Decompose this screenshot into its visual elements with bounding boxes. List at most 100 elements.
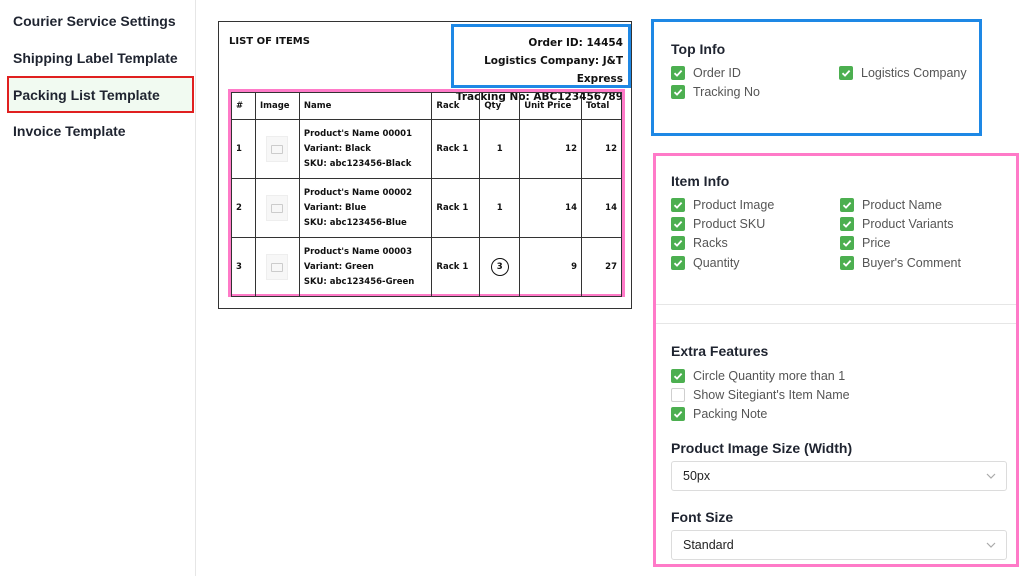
option-quantity[interactable]: Quantity (671, 254, 740, 272)
app-root: Courier Service Settings Shipping Label … (0, 0, 1024, 576)
option-order-id[interactable]: Order ID (671, 64, 741, 82)
checkbox[interactable] (671, 407, 685, 421)
option-label: Circle Quantity more than 1 (693, 369, 846, 383)
check-icon (673, 259, 683, 267)
option-racks[interactable]: Racks (671, 234, 728, 252)
sidebar-item-invoice-template[interactable]: Invoice Template (7, 115, 194, 147)
image-size-value: 50px (683, 469, 711, 483)
option-price[interactable]: Price (840, 234, 890, 252)
item-info-panel: Item Info Product Image Product Name Pro… (653, 153, 1019, 567)
option-product-image[interactable]: Product Image (671, 196, 774, 214)
image-placeholder-icon (266, 195, 289, 221)
option-buyers-comment[interactable]: Buyer's Comment (840, 254, 961, 272)
option-packing-note[interactable]: Packing Note (671, 405, 767, 423)
product-name: Product's Name 00001 (303, 128, 413, 139)
chevron-down-icon (986, 473, 996, 479)
product-variant: Variant: Green (303, 261, 374, 272)
row-number: 1 (231, 119, 256, 179)
total-cell: 12 (581, 119, 622, 179)
chevron-down-icon (986, 542, 996, 548)
preview-top-info: Order ID: 14454 Logistics Company: J&T E… (451, 24, 631, 103)
column-header: Image (254, 92, 300, 120)
checkbox[interactable] (840, 217, 854, 231)
font-size-title: Font Size (671, 509, 734, 525)
column-header: Unit Price (519, 92, 583, 120)
preview-logistics-company: Logistics Company: J&T Express (484, 55, 623, 85)
packing-list-preview: LIST OF ITEMS Order ID: 14454 Logistics … (218, 21, 632, 309)
checkbox[interactable] (840, 256, 854, 270)
product-variant: Variant: Blue (303, 202, 367, 213)
image-size-title: Product Image Size (Width) (671, 440, 853, 456)
preview-items-table: # Image Name Rack Qty Unit Price Total 1 (231, 92, 622, 297)
preview-title: LIST OF ITEMS (229, 36, 310, 47)
option-show-sitegiant-item-name[interactable]: Show Sitegiant's Item Name (671, 386, 850, 404)
image-size-select[interactable]: 50px (671, 461, 1007, 491)
table-row: 2 Product's Name 00002 Variant: Blue SKU… (231, 178, 622, 238)
checkbox[interactable] (671, 388, 685, 402)
preview-order-id: Order ID: 14454 (528, 37, 623, 49)
product-name-cell: Product's Name 00002 Variant: Blue SKU: … (298, 178, 433, 238)
option-label: Product Image (693, 198, 775, 212)
table-row: 3 Product's Name 00003 Variant: Green SK… (231, 237, 622, 297)
checkbox[interactable] (671, 66, 685, 80)
check-icon (673, 372, 683, 380)
sidebar-item-shipping-label-template[interactable]: Shipping Label Template (7, 42, 194, 74)
column-header: Total (581, 92, 622, 120)
total-cell: 27 (581, 237, 622, 297)
option-circle-quantity[interactable]: Circle Quantity more than 1 (671, 367, 845, 385)
product-name-cell: Product's Name 00001 Variant: Black SKU:… (298, 119, 433, 179)
checkbox[interactable] (671, 85, 685, 99)
option-label: Price (862, 236, 891, 250)
row-number: 2 (231, 178, 256, 238)
checkbox[interactable] (671, 256, 685, 270)
top-info-title: Top Info (671, 41, 726, 57)
option-label: Show Sitegiant's Item Name (693, 388, 850, 402)
option-label: Product SKU (693, 217, 766, 231)
sidebar-item-courier-service-settings[interactable]: Courier Service Settings (7, 5, 194, 37)
preview-items-table-wrap: # Image Name Rack Qty Unit Price Total 1 (228, 89, 625, 297)
check-icon (673, 410, 683, 418)
qty-cell: 1 (479, 178, 521, 238)
rack-cell: Rack 1 (431, 237, 481, 297)
product-image-cell (254, 237, 300, 297)
font-size-select[interactable]: Standard (671, 530, 1007, 560)
table-header-row: # Image Name Rack Qty Unit Price Total (231, 92, 622, 120)
sidebar-item-packing-list-template[interactable]: Packing List Template (7, 76, 194, 113)
checkbox[interactable] (671, 217, 685, 231)
qty-cell: 3 (479, 237, 521, 297)
font-size-value: Standard (683, 538, 734, 552)
qty-circle: 3 (490, 258, 509, 276)
unit-price-cell: 12 (519, 119, 583, 179)
checkbox[interactable] (840, 236, 854, 250)
checkbox[interactable] (671, 236, 685, 250)
option-product-variants[interactable]: Product Variants (840, 215, 953, 233)
option-logistics-company[interactable]: Logistics Company (839, 64, 967, 82)
checkbox[interactable] (671, 369, 685, 383)
checkbox[interactable] (840, 198, 854, 212)
row-number: 3 (231, 237, 256, 297)
check-icon (841, 69, 851, 77)
check-icon (842, 239, 852, 247)
item-info-title: Item Info (671, 173, 730, 189)
product-name-cell: Product's Name 00003 Variant: Green SKU:… (298, 237, 433, 297)
checkbox[interactable] (671, 198, 685, 212)
checkbox[interactable] (839, 66, 853, 80)
total-cell: 14 (581, 178, 622, 238)
image-placeholder-icon (266, 254, 289, 280)
option-tracking-no[interactable]: Tracking No (671, 83, 760, 101)
product-image-cell (254, 178, 300, 238)
unit-price-cell: 9 (519, 237, 583, 297)
column-header: Name (298, 92, 433, 120)
check-icon (673, 239, 683, 247)
option-label: Logistics Company (861, 66, 967, 80)
product-sku: SKU: abc123456-Green (303, 276, 415, 287)
option-product-sku[interactable]: Product SKU (671, 215, 765, 233)
check-icon (673, 201, 683, 209)
option-product-name[interactable]: Product Name (840, 196, 942, 214)
column-header: Qty (479, 92, 521, 120)
table-row: 1 Product's Name 00001 Variant: Black SK… (231, 119, 622, 179)
product-name: Product's Name 00002 (303, 187, 413, 198)
check-icon (673, 69, 683, 77)
check-icon (842, 220, 852, 228)
divider (656, 323, 1016, 324)
